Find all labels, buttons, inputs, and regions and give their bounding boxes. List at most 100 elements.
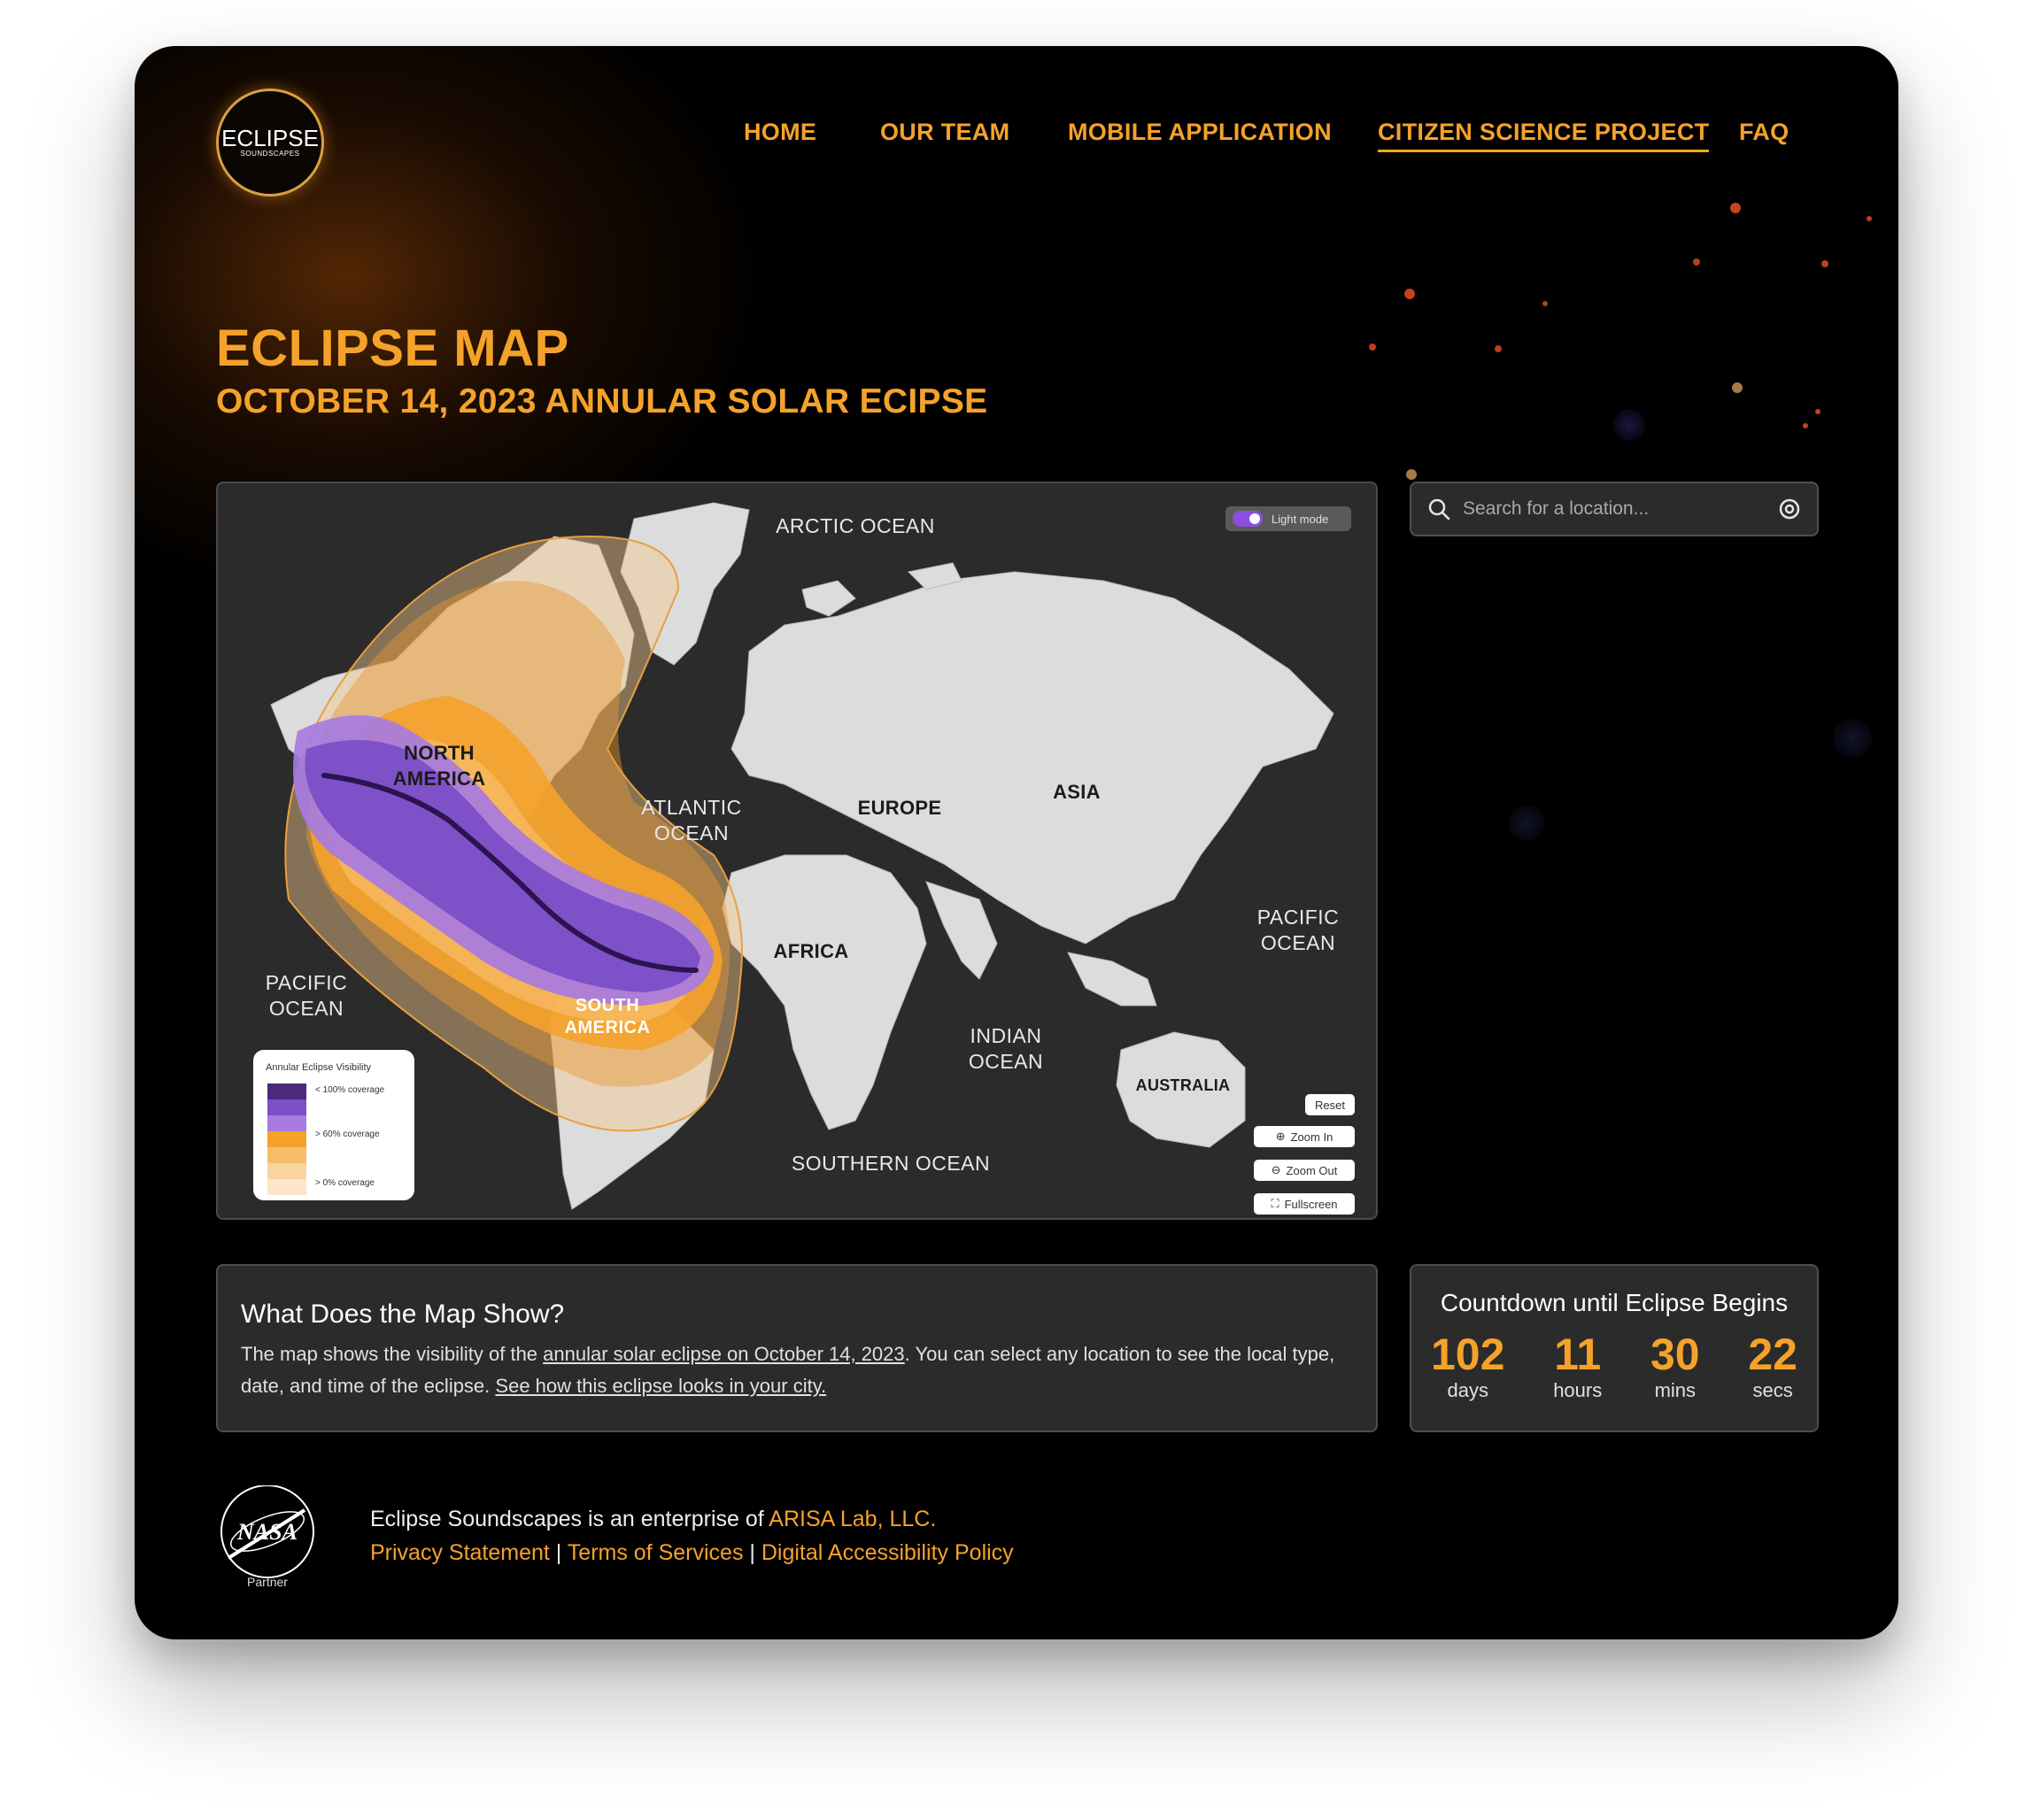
- eclipse-map[interactable]: Light mode ARCTIC OCEAN NORTH AMERICA ATL…: [216, 482, 1378, 1220]
- countdown-mins: 30 mins: [1650, 1331, 1700, 1402]
- zoom-out-button[interactable]: ⊖ Zoom Out: [1254, 1160, 1355, 1181]
- reset-button[interactable]: Reset: [1305, 1094, 1355, 1115]
- legend-swatch: [267, 1179, 306, 1195]
- star-decoration: [1404, 289, 1415, 299]
- star-decoration: [1867, 216, 1872, 221]
- footer-separator: |: [743, 1540, 761, 1565]
- nasa-partner-logo[interactable]: NASA Partner: [216, 1485, 319, 1589]
- zoom-in-button[interactable]: ⊕ Zoom In: [1254, 1126, 1355, 1147]
- star-decoration: [1369, 343, 1376, 351]
- label-line: SOUTH: [575, 996, 640, 1015]
- search-icon: [1428, 498, 1450, 521]
- hours-value: 11: [1554, 1330, 1602, 1379]
- star-decoration: [1732, 382, 1743, 393]
- legend-swatch: [267, 1163, 306, 1179]
- map-legend: Annular Eclipse Visibility < 100% covera…: [253, 1050, 414, 1200]
- label-line: AMERICA: [392, 767, 486, 790]
- zoom-out-label: Zoom Out: [1286, 1163, 1338, 1177]
- legend-swatch: [267, 1084, 306, 1099]
- mins-label: mins: [1654, 1379, 1697, 1401]
- india-shape: [925, 881, 998, 980]
- nav-faq[interactable]: FAQ: [1739, 119, 1789, 146]
- countdown-values: 102 days 11 hours 30 mins 22 secs: [1411, 1331, 1817, 1402]
- fullscreen-icon: ⛶: [1271, 1197, 1279, 1210]
- nasa-logo-icon: NASA Partner: [220, 1485, 314, 1589]
- label-africa: AFRICA: [773, 940, 849, 962]
- legend-swatch: [267, 1099, 306, 1115]
- nav-citizen-science-project[interactable]: CITIZEN SCIENCE PROJECT: [1378, 119, 1710, 152]
- label-indian-ocean: INDIAN OCEAN: [953, 1023, 1059, 1075]
- label-arctic-ocean: ARCTIC OCEAN: [776, 514, 935, 537]
- info-text: The map shows the visibility of the annu…: [241, 1338, 1353, 1402]
- page-title: ECLIPSE MAP: [216, 320, 569, 377]
- label-line: INDIAN: [970, 1024, 1042, 1047]
- nav-mobile-application[interactable]: MOBILE APPLICATION: [1068, 119, 1332, 146]
- africa-shape: [722, 854, 927, 1130]
- star-decoration: [1495, 345, 1502, 352]
- days-value: 102: [1431, 1330, 1505, 1379]
- legend-label: > 60% coverage: [315, 1130, 380, 1139]
- mins-value: 30: [1650, 1330, 1700, 1379]
- star-decoration: [1803, 423, 1808, 428]
- countdown-heading: Countdown until Eclipse Begins: [1440, 1289, 1789, 1316]
- southeast-asia-shape: [1067, 952, 1157, 1006]
- page-subtitle: OCTOBER 14, 2023 ANNULAR SOLAR ECIPSE: [216, 382, 988, 420]
- map-info-card: What Does the Map Show? The map shows th…: [216, 1264, 1378, 1432]
- legend-label: > 0% coverage: [315, 1178, 375, 1188]
- star-decoration: [1815, 409, 1820, 414]
- light-mode-toggle[interactable]: Light mode: [1225, 506, 1351, 531]
- days-label: days: [1447, 1379, 1488, 1401]
- label-australia: AUSTRALIA: [1135, 1076, 1231, 1094]
- eclipse-date-link[interactable]: annular solar eclipse on October 14, 202…: [543, 1343, 904, 1365]
- star-decoration: [1821, 260, 1828, 267]
- search-input[interactable]: [1463, 498, 1766, 520]
- label-southern-ocean: SOUTHERN OCEAN: [791, 1152, 991, 1175]
- legend-swatch: [267, 1147, 306, 1163]
- star-decoration: [1730, 203, 1741, 213]
- arisa-lab-link[interactable]: ARISA Lab, LLC.: [769, 1507, 936, 1531]
- label-line: AMERICA: [564, 1018, 651, 1037]
- zoom-in-label: Zoom In: [1290, 1130, 1333, 1144]
- legend-label: < 100% coverage: [315, 1085, 385, 1095]
- secs-label: secs: [1752, 1379, 1793, 1401]
- countdown-hours: 11 hours: [1553, 1331, 1602, 1402]
- footer-links: Privacy Statement | Terms of Services | …: [370, 1540, 1014, 1566]
- locate-icon[interactable]: [1778, 497, 1801, 521]
- label-line: PACIFIC: [1256, 906, 1340, 929]
- label-asia: ASIA: [1053, 781, 1101, 803]
- toggle-label: Light mode: [1272, 512, 1329, 526]
- footer-separator: |: [549, 1540, 568, 1565]
- label-line: OCEAN: [653, 821, 730, 844]
- accessibility-policy-link[interactable]: Digital Accessibility Policy: [761, 1540, 1014, 1565]
- star-decoration: [1542, 301, 1548, 306]
- label-line: OCEAN: [968, 1050, 1044, 1073]
- nav-home[interactable]: HOME: [744, 119, 816, 146]
- footer-text: Eclipse Soundscapes is an enterprise of: [370, 1507, 769, 1531]
- countdown-days: 102 days: [1431, 1331, 1504, 1402]
- zoom-in-icon: ⊕: [1275, 1130, 1286, 1143]
- legend-swatch: [267, 1131, 306, 1147]
- label-pacific-ocean-west: PACIFIC OCEAN: [253, 970, 359, 1022]
- privacy-statement-link[interactable]: Privacy Statement: [370, 1540, 550, 1565]
- label-line: PACIFIC: [265, 971, 348, 994]
- hours-label: hours: [1553, 1379, 1603, 1401]
- fullscreen-button[interactable]: ⛶ Fullscreen: [1254, 1193, 1355, 1215]
- location-search[interactable]: [1410, 482, 1819, 536]
- main-nav: HOME OUR TEAM MOBILE APPLICATION CITIZEN…: [135, 119, 1898, 154]
- secs-value: 22: [1748, 1330, 1797, 1379]
- countdown-secs: 22 secs: [1748, 1331, 1797, 1402]
- nasa-partner-text: Partner: [247, 1575, 288, 1588]
- info-text-part: The map shows the visibility of the: [241, 1343, 544, 1365]
- terms-of-services-link[interactable]: Terms of Services: [568, 1540, 744, 1565]
- legend-title: Annular Eclipse Visibility: [266, 1062, 372, 1073]
- info-heading: What Does the Map Show?: [241, 1299, 565, 1329]
- legend-swatch: [267, 1115, 306, 1131]
- label-pacific-ocean-east: PACIFIC OCEAN: [1245, 905, 1351, 956]
- label-atlantic-ocean: ATLANTIC OCEAN: [634, 795, 749, 846]
- city-eclipse-link[interactable]: See how this eclipse looks in your city.: [495, 1375, 826, 1397]
- nav-our-team[interactable]: OUR TEAM: [880, 119, 1009, 146]
- star-decoration: [1613, 409, 1645, 441]
- star-decoration: [1406, 469, 1417, 480]
- label-south-america: SOUTH AMERICA: [554, 995, 661, 1039]
- toggle-switch[interactable]: [1233, 511, 1263, 527]
